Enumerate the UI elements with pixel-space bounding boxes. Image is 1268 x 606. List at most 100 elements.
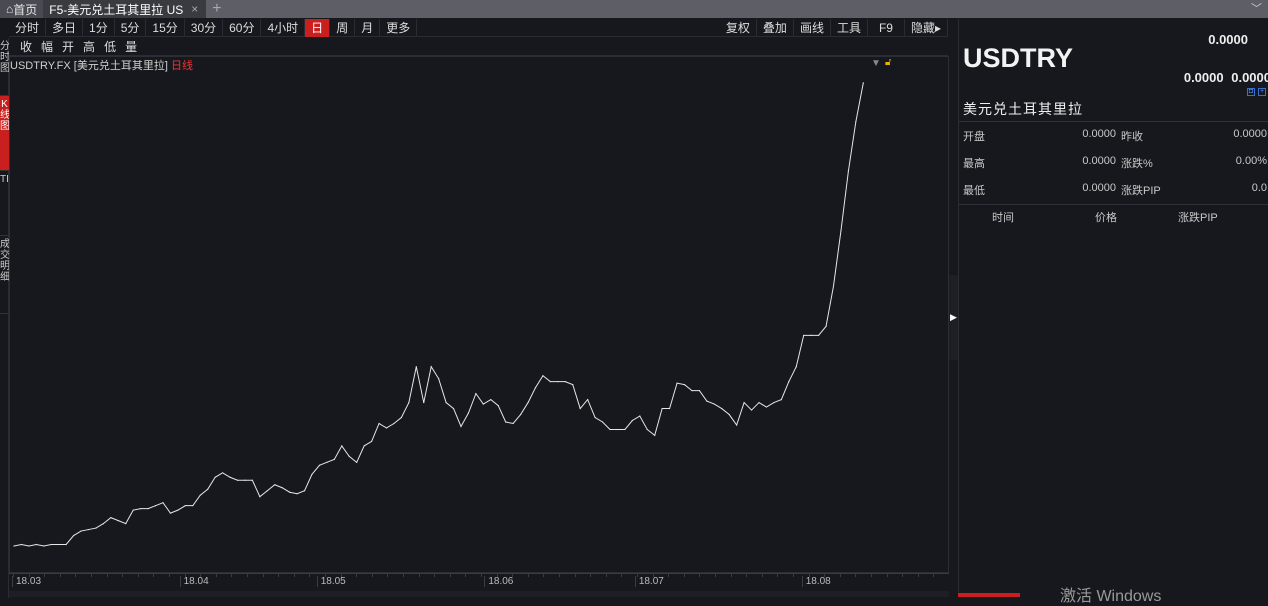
period-toolbar: 分时 多日 1分 5分 15分 30分 60分 4小时日周月更多 复权 叠加 画线 工具 F9 隐藏▸ — [9, 19, 948, 37]
chart-area[interactable]: ▼ 🔓︎ — [9, 56, 949, 573]
data-point — [706, 400, 708, 402]
period-button[interactable]: 日 — [305, 19, 331, 37]
chart-title: USDTRY.FX [美元兑土耳其里拉] 日线 — [10, 57, 193, 73]
data-point — [691, 390, 693, 392]
data-point — [73, 534, 75, 537]
period-button[interactable]: 分时 — [9, 19, 47, 37]
toolbar-button[interactable]: 隐藏▸ — [905, 19, 948, 37]
data-point — [259, 496, 261, 498]
left-sidebar: 分时图K线图TICK成交明细 — [0, 38, 9, 598]
toolbar-button[interactable]: 画线 — [794, 19, 831, 37]
price-chart — [13, 82, 864, 547]
data-point — [58, 543, 60, 546]
data-point — [810, 334, 812, 336]
x-minor-tick — [871, 574, 872, 577]
data-point — [750, 409, 753, 411]
x-tick-label: 18.06 — [484, 576, 513, 587]
x-minor-tick — [403, 574, 404, 577]
period-button[interactable]: 60分 — [223, 19, 262, 37]
indicator-item[interactable]: 低 — [104, 38, 116, 55]
period-button[interactable]: 多日 — [46, 19, 84, 37]
indicator-item[interactable]: 高 — [83, 38, 95, 55]
period-button[interactable]: 15分 — [146, 19, 185, 37]
x-minor-tick — [559, 574, 560, 577]
data-point — [795, 366, 797, 368]
x-minor-tick — [59, 574, 61, 577]
data-point — [654, 434, 656, 437]
data-point — [460, 425, 462, 428]
toolbar-button[interactable]: F9 — [868, 19, 905, 37]
data-point — [348, 455, 350, 457]
period-button[interactable]: 5分 — [115, 19, 147, 37]
data-point — [609, 428, 611, 431]
dropdown-triangle-icon[interactable]: ▼ — [871, 58, 881, 69]
period-button[interactable]: 4小时 — [261, 19, 306, 37]
bid-ask: 0.0000 0.0000 — [1184, 70, 1268, 85]
sidebar-item[interactable]: 分时图 — [0, 38, 9, 96]
data-point — [341, 445, 343, 447]
divider — [959, 204, 1268, 205]
close-icon[interactable]: × — [191, 2, 198, 16]
data-point — [385, 427, 388, 429]
indicator-item[interactable]: 幅 — [41, 38, 53, 55]
data-point — [512, 422, 514, 425]
x-minor-tick — [761, 574, 763, 577]
price-line — [13, 82, 864, 547]
x-minor-tick — [527, 574, 529, 577]
x-minor-tick — [387, 574, 389, 577]
add-tab-button[interactable]: + — [212, 0, 221, 18]
data-point — [274, 484, 276, 486]
x-minor-tick — [231, 574, 233, 577]
data-point — [676, 382, 678, 384]
period-button[interactable]: 更多 — [380, 19, 418, 37]
indicator-item[interactable]: 开 — [62, 38, 74, 55]
data-point — [199, 494, 201, 496]
x-minor-tick — [325, 574, 326, 577]
period-button[interactable]: 周 — [330, 19, 356, 37]
data-point — [467, 412, 470, 414]
sidebar-item[interactable]: TICK — [0, 171, 9, 236]
add-watchlist-icon[interactable]: + — [1258, 88, 1266, 96]
data-point — [80, 530, 82, 532]
data-point — [520, 413, 522, 416]
data-point — [415, 366, 417, 368]
x-minor-tick — [356, 574, 358, 577]
x-minor-tick — [855, 574, 857, 577]
row-label: 涨跌PIP — [1121, 185, 1161, 197]
period-button[interactable]: 月 — [355, 19, 381, 37]
data-point — [408, 401, 410, 404]
data-point — [222, 472, 224, 474]
sidebar-item[interactable]: 成交明细 — [0, 236, 9, 314]
data-point — [102, 522, 104, 525]
period-button[interactable]: 1分 — [83, 19, 115, 37]
data-point — [289, 491, 291, 493]
data-point — [438, 378, 440, 380]
chevron-down-icon[interactable]: ﹀ — [1251, 0, 1262, 16]
data-point — [594, 416, 596, 419]
data-point — [758, 401, 760, 404]
toolbar-button[interactable]: 叠加 — [757, 19, 794, 37]
tab-home[interactable]: ⌂ 首页 — [0, 0, 44, 18]
quote-symbol: USDTRY — [963, 43, 1074, 73]
x-minor-tick — [668, 574, 670, 577]
alert-bell-icon[interactable]: ◘ — [1247, 88, 1255, 96]
x-minor-tick — [715, 574, 716, 577]
indicator-item[interactable]: 收 — [20, 38, 32, 55]
unlock-icon[interactable]: 🔓︎ — [885, 57, 891, 68]
collapse-panel-button[interactable]: ▶ — [949, 275, 958, 360]
indicator-item[interactable]: 量 — [125, 38, 137, 55]
x-minor-tick — [465, 574, 467, 577]
row-label: 最低 — [963, 185, 985, 197]
divider — [959, 121, 1268, 122]
data-point — [236, 479, 239, 481]
x-minor-tick — [309, 574, 311, 577]
x-minor-tick — [184, 574, 186, 577]
row-label: 昨收 — [1121, 131, 1143, 143]
sidebar-item[interactable]: K线图 — [0, 96, 9, 171]
toolbar-button[interactable]: 工具 — [831, 19, 868, 37]
col-price: 价格 — [1095, 212, 1117, 224]
x-minor-tick — [262, 574, 264, 577]
period-button[interactable]: 30分 — [185, 19, 224, 37]
toolbar-button[interactable]: 复权 — [720, 19, 757, 37]
tab-usdtry[interactable]: F5-美元兑土耳其里拉 US × — [43, 0, 207, 18]
